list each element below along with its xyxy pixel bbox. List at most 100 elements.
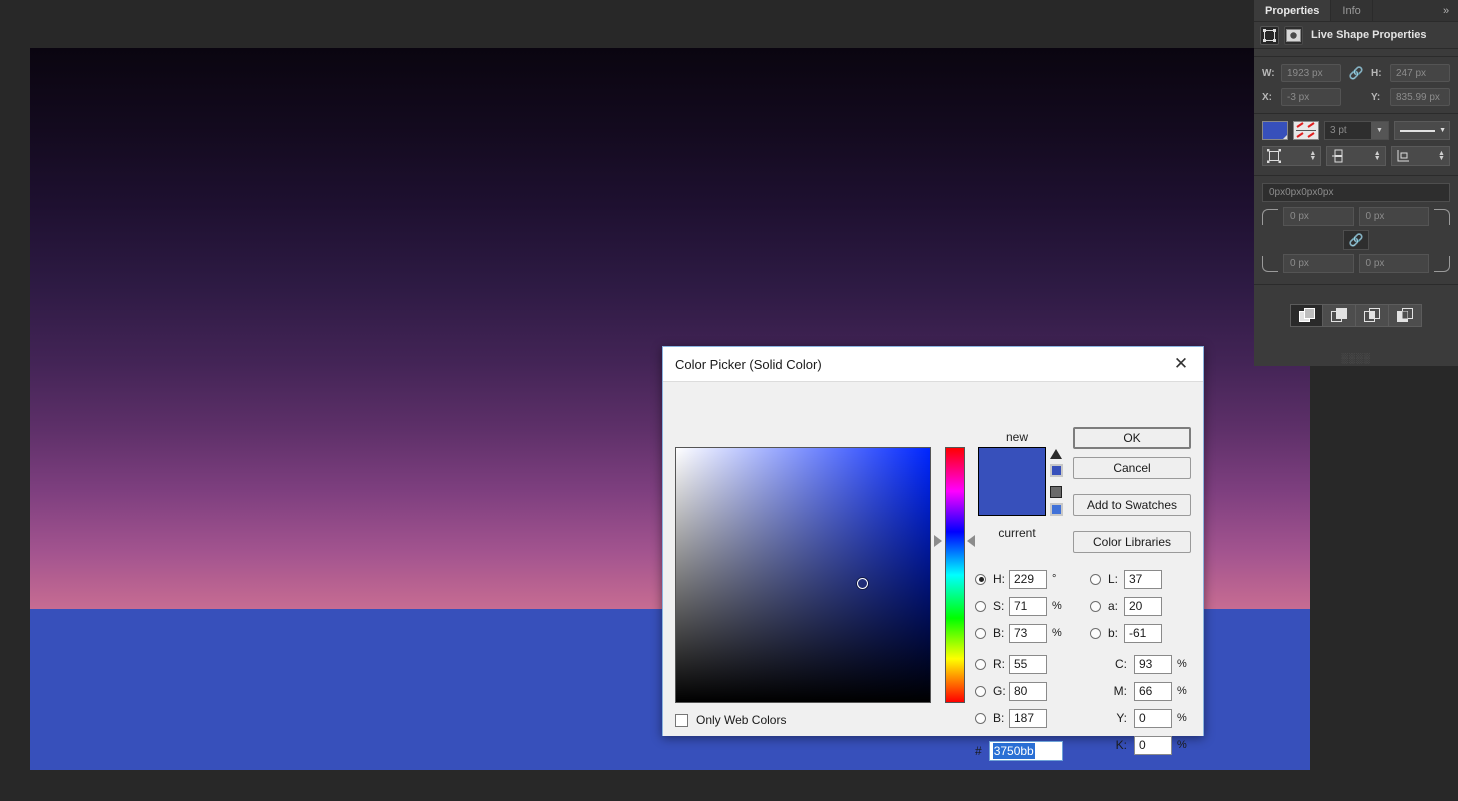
stroke-width-field[interactable]: 3 pt ▼ xyxy=(1324,121,1389,140)
magenta-label: M: xyxy=(1113,684,1127,698)
width-label: W: xyxy=(1262,67,1275,79)
red-input[interactable]: 55 xyxy=(1009,654,1047,674)
gamut-alternate-swatch[interactable] xyxy=(1050,464,1063,477)
path-op-new-layer[interactable] xyxy=(1290,304,1323,327)
stroke-style-preview xyxy=(1400,129,1435,132)
blue-label: B: xyxy=(993,711,1005,725)
hue-input[interactable]: 229 xyxy=(1009,569,1047,589)
hex-input[interactable]: 3750bb xyxy=(988,741,1063,761)
radius-top-left-field[interactable]: 0 px xyxy=(1283,207,1354,226)
radio-lab-b[interactable] xyxy=(1090,627,1101,639)
cyan-input[interactable]: 93 xyxy=(1134,654,1172,674)
color-libraries-button[interactable]: Color Libraries xyxy=(1073,531,1191,553)
current-color-swatch[interactable] xyxy=(978,515,1046,516)
radio-lightness[interactable] xyxy=(1090,573,1101,585)
dialog-body: new current OK Cancel Add to Swatches Co… xyxy=(663,382,1203,761)
stroke-align-dropdown[interactable]: ▲ ▼ xyxy=(1262,146,1322,166)
fill-color-swatch[interactable] xyxy=(1262,121,1288,140)
hue-slider[interactable] xyxy=(945,447,965,703)
panel-resize-grip[interactable]: ░░░░ xyxy=(1254,353,1458,363)
layer-mask-icon[interactable] xyxy=(1284,25,1303,45)
ok-button[interactable]: OK xyxy=(1073,427,1191,449)
saturation-brightness-field[interactable] xyxy=(675,447,931,703)
black-label: K: xyxy=(1115,738,1127,752)
radio-saturation[interactable] xyxy=(975,600,986,612)
rgb-row-r: R: 55 xyxy=(975,654,1047,674)
shape-path-icon[interactable] xyxy=(1260,25,1279,45)
close-icon[interactable]: ✕ xyxy=(1159,347,1203,381)
top-corners-row: 0 px 0 px xyxy=(1254,202,1458,226)
properties-panel: Properties Info » Live Shape Properties … xyxy=(1254,0,1458,366)
green-input[interactable]: 80 xyxy=(1009,681,1047,701)
stepper-icon[interactable]: ▲ ▼ xyxy=(1438,150,1445,162)
width-field[interactable]: 1923 px xyxy=(1281,64,1341,82)
lab-a-input[interactable]: 20 xyxy=(1124,596,1162,616)
stepper-icon[interactable]: ▲ ▼ xyxy=(1374,150,1381,162)
stroke-corner-dropdown[interactable]: ▲ ▼ xyxy=(1390,146,1450,166)
lightness-label: L: xyxy=(1108,572,1119,586)
rgb-row-b: B: 187 xyxy=(975,708,1047,728)
corner-bottom-left-icon xyxy=(1262,255,1278,272)
cyan-label: C: xyxy=(1115,657,1127,671)
x-y-row: X: -3 px . Y: 835.99 px xyxy=(1254,88,1458,106)
black-input[interactable]: 0 xyxy=(1134,735,1172,755)
tab-info[interactable]: Info xyxy=(1331,0,1373,21)
lab-b-input[interactable]: -61 xyxy=(1124,623,1162,643)
magenta-input[interactable]: 66 xyxy=(1134,681,1172,701)
radius-bottom-left-field[interactable]: 0 px xyxy=(1283,254,1354,273)
black-unit: % xyxy=(1177,739,1187,751)
brightness-input[interactable]: 73 xyxy=(1009,623,1047,643)
add-to-swatches-button[interactable]: Add to Swatches xyxy=(1073,494,1191,516)
radio-hue[interactable] xyxy=(975,573,986,585)
cmyk-row-c: C: 93 % xyxy=(1104,654,1189,674)
lightness-input[interactable]: 37 xyxy=(1124,569,1162,589)
radio-lab-a[interactable] xyxy=(1090,600,1101,612)
yellow-input[interactable]: 0 xyxy=(1134,708,1172,728)
lab-row-a: a: 20 xyxy=(1090,596,1162,616)
path-op-intersect[interactable] xyxy=(1356,304,1389,327)
x-field[interactable]: -3 px xyxy=(1281,88,1341,106)
chevron-down-icon[interactable]: ▼ xyxy=(1371,122,1388,139)
saturation-input[interactable]: 71 xyxy=(1009,596,1047,616)
new-color-swatch xyxy=(978,447,1046,515)
corner-radius-combined-field[interactable]: 0px0px0px0px xyxy=(1262,183,1450,202)
radio-brightness[interactable] xyxy=(975,627,986,639)
web-safe-warning-icon[interactable] xyxy=(1050,486,1062,498)
radius-bottom-right-field[interactable]: 0 px xyxy=(1358,254,1429,273)
hue-marker-right-icon[interactable] xyxy=(967,535,975,547)
height-label: H: xyxy=(1371,67,1382,79)
tab-bar-filler xyxy=(1372,0,1434,21)
link-wh-icon[interactable]: 🔗 xyxy=(1345,66,1367,80)
brightness-label: B: xyxy=(993,626,1005,640)
hue-marker-left-icon[interactable] xyxy=(934,535,942,547)
height-field[interactable]: 247 px xyxy=(1390,64,1450,82)
hex-value: 3750bb xyxy=(992,743,1035,759)
radio-green[interactable] xyxy=(975,685,986,697)
only-web-colors-checkbox[interactable] xyxy=(675,713,688,727)
web-safe-alternate-swatch[interactable] xyxy=(1050,503,1063,516)
dialog-title: Color Picker (Solid Color) xyxy=(675,356,822,372)
stroke-color-swatch[interactable] xyxy=(1293,121,1319,140)
tab-properties[interactable]: Properties xyxy=(1254,0,1332,21)
color-field-cursor[interactable] xyxy=(857,578,868,589)
only-web-colors-row[interactable]: Only Web Colors xyxy=(675,713,786,727)
link-radius-icon[interactable]: 🔗 xyxy=(1343,230,1369,250)
chevron-down-icon[interactable]: ▼ xyxy=(1439,127,1446,134)
cancel-button[interactable]: Cancel xyxy=(1073,457,1191,479)
blue-input[interactable]: 187 xyxy=(1009,708,1047,728)
radio-blue[interactable] xyxy=(975,712,986,724)
yellow-unit: % xyxy=(1177,712,1187,724)
radius-top-right-field[interactable]: 0 px xyxy=(1358,207,1429,226)
dialog-titlebar[interactable]: Color Picker (Solid Color) ✕ xyxy=(663,347,1203,382)
path-op-subtract[interactable] xyxy=(1323,304,1356,327)
y-field[interactable]: 835.99 px xyxy=(1390,88,1450,106)
collapse-panel-icon[interactable]: » xyxy=(1434,0,1458,21)
stroke-cap-dropdown[interactable]: ▲ ▼ xyxy=(1326,146,1386,166)
path-op-exclude[interactable] xyxy=(1389,304,1422,327)
stroke-style-dropdown[interactable]: ▼ xyxy=(1394,121,1450,140)
gamut-warning-icon[interactable] xyxy=(1050,449,1062,459)
radio-red[interactable] xyxy=(975,658,986,670)
width-height-row: W: 1923 px 🔗 H: 247 px xyxy=(1254,64,1458,82)
green-label: G: xyxy=(993,684,1006,698)
stepper-icon[interactable]: ▲ ▼ xyxy=(1309,150,1316,162)
